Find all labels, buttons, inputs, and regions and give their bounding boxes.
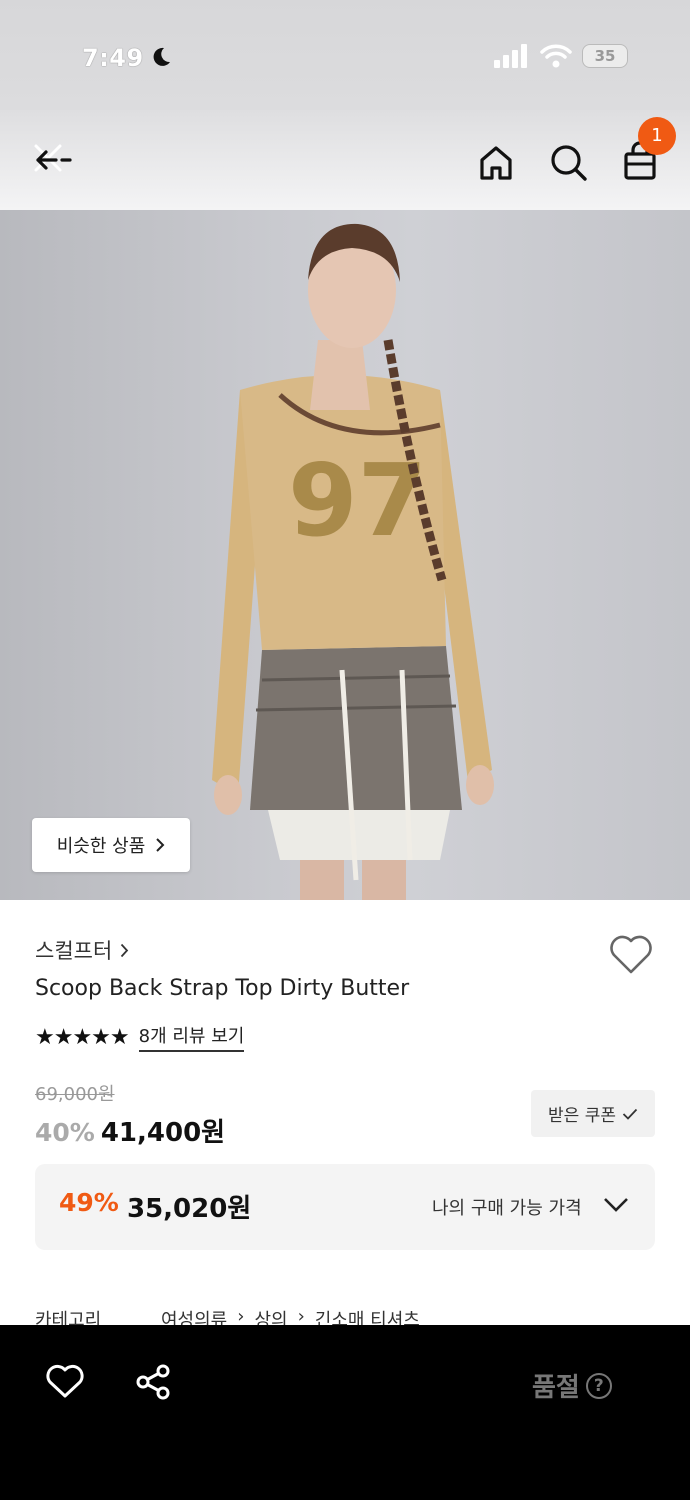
- similar-products-button[interactable]: 비슷한 상품: [32, 818, 190, 872]
- model-photo: 97: [212, 223, 494, 900]
- my-price-dropdown[interactable]: 49% 35,020원 나의 구매 가능 가격: [35, 1164, 655, 1250]
- top-nav: [0, 110, 690, 210]
- category-label: 카테고리: [35, 1310, 102, 1326]
- my-discount-percent: 49%: [59, 1188, 119, 1217]
- coupon-label: 받은 쿠폰: [548, 1106, 616, 1126]
- brand-link[interactable]: 스컬프터: [35, 935, 129, 965]
- back-close-icon[interactable]: [30, 140, 74, 184]
- sale-price-row: 40% 41,400원: [35, 1112, 225, 1149]
- review-link[interactable]: 8개 리뷰 보기: [138, 1022, 245, 1052]
- status-time: 7:49: [82, 44, 144, 72]
- help-icon[interactable]: ?: [585, 1372, 612, 1399]
- category-crumb[interactable]: 상의: [254, 1306, 287, 1326]
- rating-row: ★★★★★ 8개 리뷰 보기: [35, 1022, 245, 1052]
- search-icon[interactable]: [546, 140, 590, 184]
- chevron-right-icon: [156, 838, 165, 852]
- discount-percent: 40%: [35, 1118, 95, 1147]
- shirt-number: 97: [288, 442, 427, 559]
- sold-out-status: 품절 ?: [532, 1367, 612, 1404]
- category-crumb[interactable]: 긴소매 티셔츠: [315, 1306, 420, 1326]
- home-icon[interactable]: [474, 140, 518, 184]
- cart-count-badge: 1: [638, 117, 676, 155]
- chevron-down-icon: [604, 1198, 628, 1212]
- similar-products-label: 비슷한 상품: [56, 836, 146, 857]
- heart-icon[interactable]: [46, 1363, 84, 1399]
- category-row: 카테고리 여성의류 › 상의 › 긴소매 티셔츠: [35, 1306, 655, 1326]
- signal-icon: [494, 44, 527, 68]
- brand-name: 스컬프터: [35, 939, 113, 963]
- moon-icon: [153, 47, 170, 66]
- sold-out-label: 품절: [532, 1373, 580, 1403]
- received-coupon-button[interactable]: 받은 쿠폰: [531, 1090, 655, 1137]
- product-image[interactable]: 97: [0, 210, 690, 900]
- chevron-right-icon: [121, 943, 129, 957]
- my-price-label: 나의 구매 가능 가격: [432, 1198, 582, 1219]
- check-icon: [622, 1108, 638, 1120]
- status-bar: 7:49 35: [0, 0, 690, 110]
- breadcrumb-separator-icon: ›: [297, 1306, 305, 1326]
- battery-indicator: 35: [582, 44, 628, 68]
- wifi-icon: [540, 44, 572, 68]
- bottom-action-bar: 품절 ?: [0, 1325, 690, 1500]
- my-price: 35,020원: [127, 1194, 252, 1224]
- wishlist-heart-icon[interactable]: [608, 932, 654, 976]
- star-rating: ★★★★★: [35, 1024, 130, 1050]
- breadcrumb-separator-icon: ›: [237, 1306, 245, 1326]
- original-price: 69,000원: [35, 1084, 115, 1105]
- product-title: Scoop Back Strap Top Dirty Butter: [35, 976, 410, 1001]
- share-icon[interactable]: [134, 1363, 172, 1401]
- category-crumb[interactable]: 여성의류: [161, 1306, 227, 1326]
- sale-price: 41,400원: [100, 1118, 226, 1148]
